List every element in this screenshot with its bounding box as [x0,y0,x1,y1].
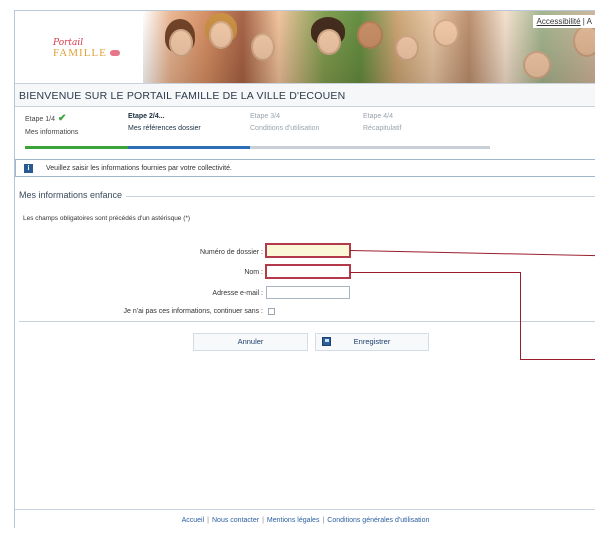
logo-mark-icon [109,50,120,57]
callout-line-nom-bottom [520,359,595,360]
accessibility-separator: | [582,17,585,26]
info-message-box: i Veuillez saisir les informations fourn… [15,159,595,177]
child-face [357,21,383,49]
nom-label: Nom : [244,269,263,276]
step-3-subtitle: Conditions d'utilisation [250,125,320,132]
footer-link-mentions[interactable]: Mentions légales [264,517,323,524]
dossier-number-label: Numéro de dossier : [199,249,263,256]
save-icon [322,337,331,346]
step-3: Etape 3/4 Conditions d'utilisation [250,113,360,132]
fieldset-legend: Mes informations enfance [19,190,127,200]
required-fields-note: Les champs obligatoires sont précédés d'… [23,215,191,222]
accessibility-link[interactable]: Accessibilité [537,17,581,26]
step-1-title: Etape 1/4 ✔ [25,113,135,124]
info-icon: i [24,164,33,173]
child-face [169,29,193,57]
step-3-title: Etape 3/4 [250,113,280,120]
header-photo-banner [143,11,595,83]
check-icon: ✔ [57,113,67,124]
child-face [251,33,275,61]
step-2-title: Etape 2/4... [128,113,165,120]
logo-bottom-text: FAMILLE [53,48,120,59]
portal-logo[interactable]: Portail FAMILLE [53,39,120,59]
footer: Accueil | Nous contacter | Mentions légales |… [15,509,595,529]
footer-link-accueil[interactable]: Accueil [179,517,208,524]
nom-input[interactable] [265,264,351,279]
step-4-subtitle: Récapitulatif [363,125,402,132]
cancel-button-label: Annuler [237,337,264,346]
page-title: BIENVENUE SUR LE PORTAIL FAMILLE DE LA V… [15,83,595,107]
save-button[interactable]: Enregistrer [315,333,429,351]
step-1-subtitle: Mes informations [25,129,79,136]
save-button-label: Enregistrer [353,337,391,346]
dossier-number-input[interactable] [265,243,351,258]
callout-line-nom-horizontal [350,272,521,273]
child-face [395,35,419,61]
header: Portail FAMILLE Accessibilité | A [15,11,595,83]
adult-face [573,25,595,57]
email-label: Adresse e-mail : [212,290,263,297]
child-hair [311,17,345,45]
child-hair [165,19,195,53]
step-4: Etape 4/4 Récapitulatif [363,113,473,132]
step-2-subtitle: Mes références dossier [128,125,201,132]
footer-link-contact[interactable]: Nous contacter [209,517,262,524]
step-2: Etape 2/4... Mes références dossier [128,113,238,132]
info-message-text: Veuillez saisir les informations fournie… [46,165,232,172]
child-face [523,51,551,79]
progress-segment-done [25,146,128,149]
skip-info-checkbox[interactable] [268,308,275,315]
step-progress: Etape 1/4 ✔ Mes informations Etape 2/4...… [25,113,495,153]
child-hair [205,13,237,43]
skip-info-label: Je n'ai pas ces informations, continuer … [123,308,263,315]
logo-famille-text: FAMILLE [53,47,107,59]
step-1-title-text: Etape 1/4 [25,116,55,123]
step-4-title: Etape 4/4 [363,113,393,120]
progress-segment-active [128,146,250,149]
email-input[interactable] [266,286,350,299]
cancel-button[interactable]: Annuler [193,333,308,351]
callout-line-nom-vertical [520,272,521,360]
footer-link-conditions[interactable]: Conditions générales d'utilisation [324,517,432,524]
portal-frame: Portail FAMILLE Accessibilité | A BIENVE… [14,10,595,528]
child-face [433,19,459,47]
child-face [317,29,341,55]
progress-segment-future [250,146,490,149]
enfance-fieldset: Mes informations enfance Les champs obli… [19,190,595,322]
step-1: Etape 1/4 ✔ Mes informations [25,113,135,136]
accessibility-bar: Accessibilité | A [532,15,595,28]
child-face [209,21,233,49]
accessibility-next-link[interactable]: A [587,17,592,26]
